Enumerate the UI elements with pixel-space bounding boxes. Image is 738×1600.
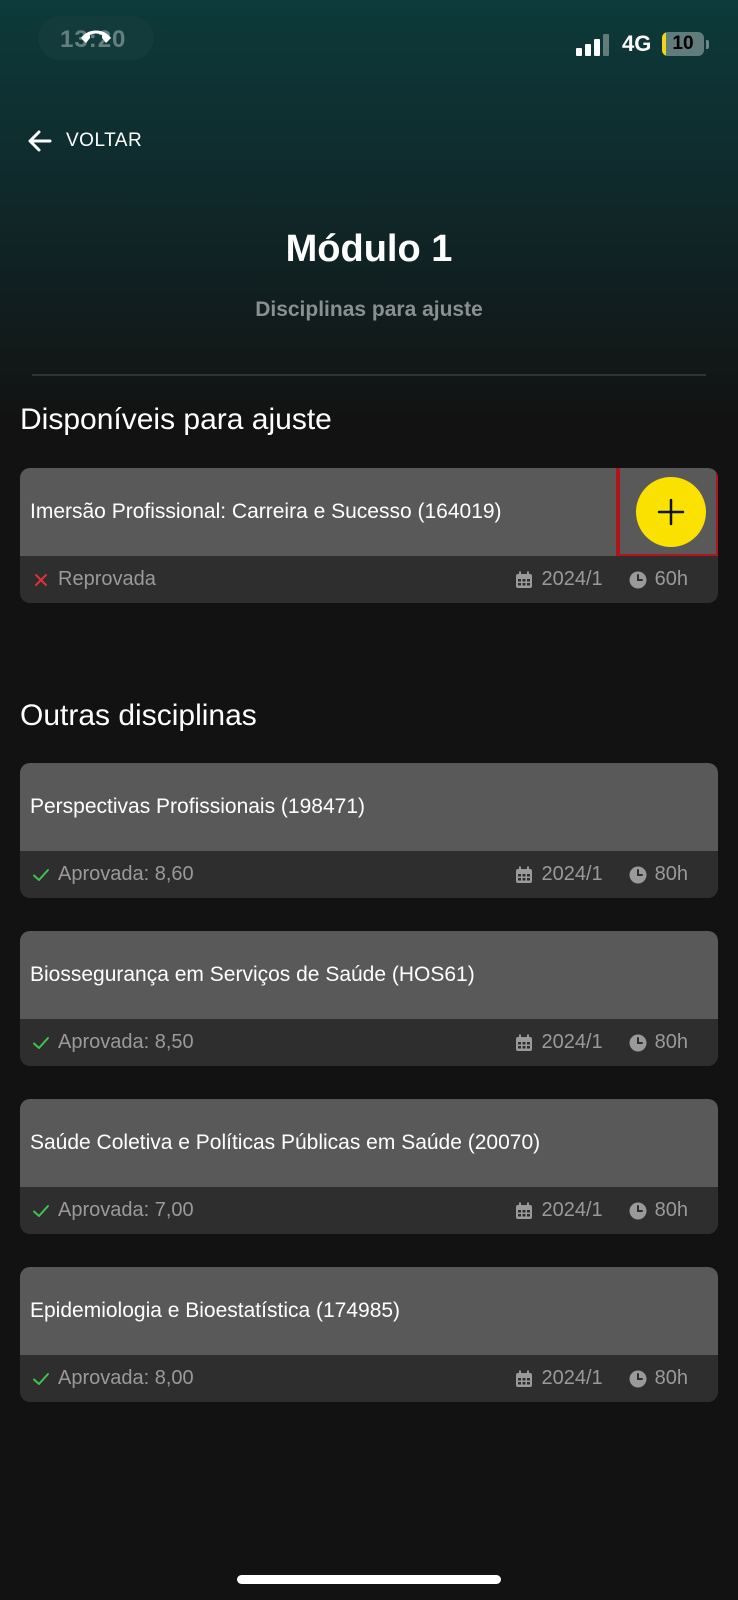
course-status: Aprovada: 8,50 — [58, 1031, 194, 1053]
calendar-icon — [516, 1034, 533, 1051]
calendar-icon — [516, 866, 533, 883]
signal-icon — [576, 34, 612, 56]
add-course-button[interactable] — [636, 477, 706, 547]
check-icon — [33, 1036, 49, 1049]
course-period: 2024/1 — [541, 863, 603, 885]
course-status: Reprovada — [58, 568, 156, 590]
course-card[interactable]: Perspectivas Profissionais (198471) Apro… — [20, 763, 718, 898]
course-period: 2024/1 — [541, 568, 603, 590]
clock-icon — [629, 1034, 647, 1051]
course-name: Perspectivas Profissionais (198471) — [30, 795, 365, 818]
course-period: 2024/1 — [541, 1199, 603, 1221]
course-period: 2024/1 — [541, 1367, 603, 1389]
course-status: Aprovada: 8,60 — [58, 863, 194, 885]
course-hours: 80h — [654, 1199, 688, 1221]
back-label: VOLTAR — [66, 130, 143, 151]
course-card[interactable]: Biossegurança em Serviços de Saúde (HOS6… — [20, 931, 718, 1066]
battery-level: 10 — [672, 33, 694, 54]
course-status: Aprovada: 8,00 — [58, 1367, 194, 1389]
divider — [32, 374, 706, 376]
phone-icon — [81, 30, 111, 43]
close-icon — [35, 573, 47, 586]
course-name: Biossegurança em Serviços de Saúde (HOS6… — [30, 963, 475, 986]
page-title: Módulo 1 — [285, 228, 453, 270]
course-hours: 80h — [654, 1031, 688, 1053]
check-icon — [33, 868, 49, 881]
clock-icon — [629, 866, 647, 883]
section-title-available: Disponíveis para ajuste — [20, 403, 332, 436]
back-button[interactable]: VOLTAR — [26, 124, 142, 158]
course-card[interactable]: Saúde Coletiva e Políticas Públicas em S… — [20, 1099, 718, 1234]
calendar-icon — [516, 1202, 533, 1219]
calendar-icon — [516, 571, 533, 588]
course-period: 2024/1 — [541, 1031, 603, 1053]
arrow-left-icon — [28, 130, 52, 152]
course-card[interactable]: Imersão Profissional: Carreira e Sucesso… — [20, 468, 718, 603]
calendar-icon — [516, 1370, 533, 1387]
plus-icon — [657, 498, 685, 526]
home-indicator[interactable] — [237, 1575, 501, 1584]
check-icon — [33, 1204, 49, 1217]
course-name: Saúde Coletiva e Políticas Públicas em S… — [30, 1131, 541, 1154]
status-bar: 13:20 4G 10 — [0, 0, 738, 90]
clock-icon — [629, 571, 647, 588]
network-type: 4G — [622, 31, 652, 56]
section-title-others: Outras disciplinas — [20, 699, 257, 732]
check-icon — [33, 1372, 49, 1385]
course-card[interactable]: Epidemiologia e Bioestatística (174985) … — [20, 1267, 718, 1402]
course-name: Epidemiologia e Bioestatística (174985) — [30, 1299, 401, 1322]
clock-icon — [629, 1202, 647, 1219]
course-hours: 80h — [654, 863, 688, 885]
page-subtitle: Disciplinas para ajuste — [255, 298, 483, 321]
course-status: Aprovada: 7,00 — [58, 1199, 194, 1221]
course-hours: 80h — [654, 1367, 688, 1389]
screen: 13:20 4G 10 VOLTAR Módulo 1 Disciplinas … — [0, 0, 738, 1600]
active-call-pill[interactable]: 13:20 — [38, 16, 154, 60]
battery-icon: 10 — [662, 32, 704, 56]
clock-icon — [629, 1370, 647, 1387]
course-name: Imersão Profissional: Carreira e Sucesso… — [30, 500, 502, 523]
course-hours: 60h — [654, 568, 688, 590]
